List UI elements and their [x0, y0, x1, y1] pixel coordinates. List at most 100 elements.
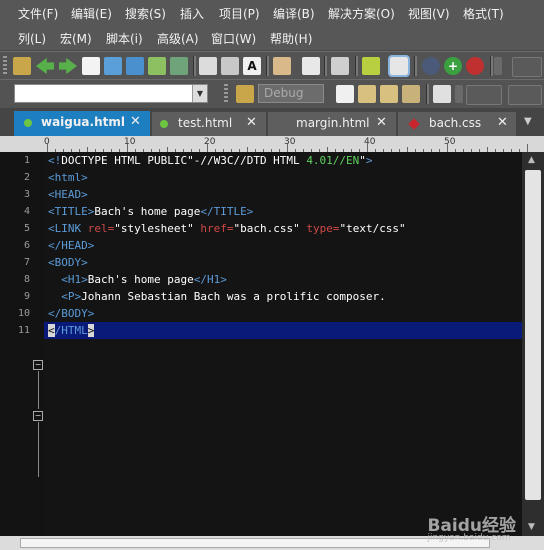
close-icon[interactable]: ✕ [376, 115, 387, 130]
menu-item[interactable]: 宏(M) [60, 30, 92, 47]
menu-item[interactable]: 插入 [180, 5, 204, 22]
line-number: 2 [23, 172, 30, 183]
forward-icon[interactable] [59, 57, 77, 75]
menu-item[interactable]: 编辑(E) [71, 5, 112, 22]
tab-margin-html[interactable]: margin.html ✕ [268, 112, 396, 136]
list-icon[interactable] [273, 57, 291, 75]
menu-item[interactable]: 格式(T) [463, 5, 504, 22]
scroll-down-icon[interactable]: ▼ [528, 522, 535, 532]
scrollbar-thumb[interactable] [20, 538, 490, 548]
print-preview-icon[interactable] [221, 57, 239, 75]
menu-item[interactable]: 编译(B) [273, 5, 315, 22]
vertical-scrollbar[interactable]: ▲ ▼ [522, 152, 544, 536]
scrollbar-thumb[interactable] [525, 170, 541, 500]
code-token: <BODY> [48, 256, 88, 269]
toolbar-overflow-icon[interactable] [494, 57, 502, 75]
toolbar-chevron-icon[interactable] [512, 57, 542, 77]
open-folder-icon[interactable] [104, 57, 122, 75]
font-icon[interactable]: A [243, 57, 261, 75]
clipboard-icon[interactable] [402, 85, 420, 103]
fold-line [38, 371, 39, 409]
code-line[interactable]: </HEAD> [48, 237, 94, 254]
code-token: href= [200, 222, 234, 235]
line-number: 3 [23, 189, 30, 200]
toolbar-grip[interactable] [3, 56, 7, 76]
menu-item[interactable]: 项目(P) [219, 5, 260, 22]
standard-toolbar: A + [0, 51, 544, 80]
chevron-down-icon[interactable]: ▼ [192, 85, 207, 102]
line-number: 11 [17, 325, 30, 336]
code-token: /HTML [54, 324, 88, 337]
copy-icon[interactable] [358, 85, 376, 103]
code-editor[interactable]: <!DOCTYPE HTML PUBLIC"-//W3C//DTD HTML 4… [44, 152, 522, 536]
tab-bach-css[interactable]: bach.css ✕ [398, 112, 516, 136]
code-line[interactable]: <LINK rel="stylesheet" href="bach.css" t… [48, 220, 406, 237]
folder-icon[interactable] [126, 57, 144, 75]
code-line[interactable]: <html> [48, 169, 88, 186]
search-combo[interactable]: ▼ [14, 84, 208, 103]
menu-item[interactable]: 列(L) [18, 30, 46, 47]
code-line[interactable]: </BODY> [48, 305, 94, 322]
scroll-up-icon[interactable]: ▲ [528, 155, 535, 165]
tab-list-chevron-icon[interactable]: ▼ [524, 116, 532, 127]
ruler-label: 30 [284, 137, 296, 147]
new-icon[interactable] [13, 57, 31, 75]
menu-item[interactable]: 脚本(i) [106, 30, 143, 47]
toolbar-chevron-icon[interactable] [466, 85, 502, 105]
menu-item[interactable]: 解决方案(O) [328, 5, 395, 22]
paste-icon[interactable] [380, 85, 398, 103]
menu-item[interactable]: 视图(V) [408, 5, 450, 22]
watermark-url: jingyan.baidu.com [427, 533, 511, 543]
browser-icon[interactable] [422, 57, 440, 75]
menu-item[interactable]: 搜索(S) [125, 5, 166, 22]
tab-label: waigua.html [41, 115, 125, 129]
code-line[interactable]: <!DOCTYPE HTML PUBLIC"-//W3C//DTD HTML 4… [48, 152, 373, 169]
image-icon[interactable] [148, 57, 166, 75]
toolbar-chevron-icon[interactable] [508, 85, 542, 105]
configuration-select[interactable]: Debug [258, 84, 324, 103]
line-number-gutter: − − 1 2 3 4 5 6 7 8 9 10 11 [0, 152, 44, 536]
tab-waigua-html[interactable]: waigua.html ✕ [14, 111, 150, 136]
close-icon[interactable]: ✕ [246, 115, 257, 130]
columns-icon[interactable] [362, 57, 380, 75]
folder-icon[interactable] [236, 85, 254, 103]
fold-toggle-icon[interactable]: − [33, 360, 43, 370]
close-icon[interactable]: ✕ [130, 114, 141, 129]
toolbar-separator [324, 56, 327, 76]
close-icon[interactable]: ✕ [497, 115, 508, 130]
code-line[interactable]: <P>Johann Sebastian Bach was a prolific … [48, 288, 386, 305]
toolbar-separator [266, 56, 269, 76]
tab-label: test.html [178, 116, 233, 130]
code-line[interactable]: <HEAD> [48, 186, 88, 203]
menu-item[interactable]: 高级(A) [157, 30, 199, 47]
print-icon[interactable] [199, 57, 217, 75]
fold-toggle-icon[interactable]: − [33, 411, 43, 421]
menu-item[interactable]: 文件(F) [18, 5, 58, 22]
menu-item[interactable]: 帮助(H) [270, 30, 312, 47]
toolbar-overflow-icon[interactable] [455, 85, 463, 103]
code-line[interactable]: </HTML> [48, 322, 95, 339]
line-number: 7 [23, 257, 30, 268]
code-line[interactable]: <BODY> [48, 254, 88, 271]
back-icon[interactable] [36, 57, 54, 75]
toolbar-grip[interactable] [224, 84, 228, 104]
page-icon[interactable] [82, 57, 100, 75]
notes-icon[interactable] [388, 55, 410, 77]
tools-icon[interactable] [170, 57, 188, 75]
add-icon[interactable]: + [444, 57, 462, 75]
code-token: <html> [48, 171, 88, 184]
tab-test-html[interactable]: test.html ✕ [152, 112, 266, 136]
list-icon[interactable] [433, 85, 451, 103]
stop-icon[interactable] [466, 57, 484, 75]
tab-label: margin.html [296, 116, 370, 130]
code-line[interactable]: <TITLE>Bach's home page</TITLE> [48, 203, 253, 220]
code-token: </TITLE> [200, 205, 254, 218]
menu-item[interactable]: 窗口(W) [211, 30, 256, 47]
ruler-icon[interactable] [331, 57, 349, 75]
code-line[interactable]: <H1>Bach's home page</H1> [48, 271, 227, 288]
fold-line [38, 422, 39, 477]
page-icon[interactable] [336, 85, 354, 103]
document-icon[interactable] [302, 57, 320, 75]
code-token: Bach's home page [94, 205, 201, 218]
